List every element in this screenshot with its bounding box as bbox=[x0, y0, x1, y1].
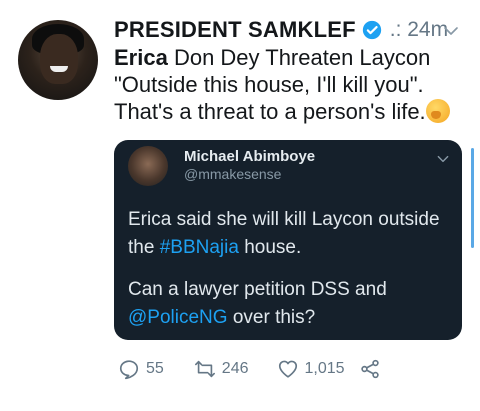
tweet-line-1: Erica Don Dey Threaten Laycon bbox=[114, 44, 470, 71]
quoted-text-1b: house. bbox=[238, 237, 302, 258]
thinking-face-icon bbox=[425, 99, 450, 123]
quoted-text-2a: Can a lawyer petition DSS and bbox=[128, 279, 387, 300]
tweet-line-2: "Outside this house, I'll kill you". bbox=[114, 72, 424, 97]
tweet-actions: 55 246 1,015 bbox=[114, 356, 434, 382]
retweet-count: 246 bbox=[221, 360, 249, 377]
retweet-button[interactable]: 246 bbox=[194, 358, 249, 380]
quoted-paragraph-2: Can a lawyer petition DSS and @PoliceNG … bbox=[128, 276, 448, 332]
share-icon bbox=[360, 359, 379, 379]
quoted-text: Erica said she will kill Laycon outside … bbox=[128, 206, 448, 340]
like-button[interactable]: 1,015 bbox=[277, 358, 345, 380]
author-name[interactable]: PRESIDENT SAMKLEF bbox=[114, 17, 356, 43]
tweet-time[interactable]: .: 24m bbox=[390, 18, 448, 42]
quoted-text-2b: over this? bbox=[227, 307, 316, 328]
quoted-author-name[interactable]: Michael Abimboye bbox=[184, 148, 315, 165]
quoted-paragraph-1: Erica said she will kill Laycon outside … bbox=[128, 206, 448, 262]
reply-icon bbox=[119, 360, 139, 380]
tweet-line-3-text: That's a threat to a person's life. bbox=[114, 99, 426, 124]
verified-badge-icon bbox=[362, 20, 381, 40]
tweet-line-3: That's a threat to a person's life. bbox=[114, 98, 470, 125]
chevron-down-icon[interactable] bbox=[442, 22, 460, 40]
mention-link[interactable]: @PoliceNG bbox=[128, 307, 228, 328]
hashtag-link[interactable]: #BBNajia bbox=[160, 237, 239, 258]
scroll-indicator bbox=[471, 148, 474, 248]
heart-icon bbox=[278, 360, 297, 378]
quoted-chevron-down-icon[interactable] bbox=[436, 152, 450, 166]
tweet-header: PRESIDENT SAMKLEF .: 24m bbox=[114, 14, 470, 46]
tweet-bold-word: Erica bbox=[114, 45, 168, 70]
tweet-line-1-rest: Don Dey Threaten Laycon bbox=[167, 45, 431, 70]
tweet-text: Erica Don Dey Threaten Laycon "Outside t… bbox=[114, 44, 470, 125]
quoted-tweet[interactable]: Michael Abimboye @mmakesense Erica said … bbox=[114, 140, 462, 340]
avatar-face bbox=[40, 34, 78, 84]
quoted-author-avatar[interactable] bbox=[128, 146, 168, 186]
reply-count: 55 bbox=[146, 360, 164, 377]
author-avatar[interactable] bbox=[18, 20, 98, 100]
like-count: 1,015 bbox=[304, 360, 345, 377]
reply-button[interactable]: 55 bbox=[118, 358, 164, 380]
retweet-icon bbox=[194, 360, 215, 378]
share-button[interactable] bbox=[359, 358, 381, 380]
quoted-author-handle[interactable]: @mmakesense bbox=[184, 166, 281, 182]
